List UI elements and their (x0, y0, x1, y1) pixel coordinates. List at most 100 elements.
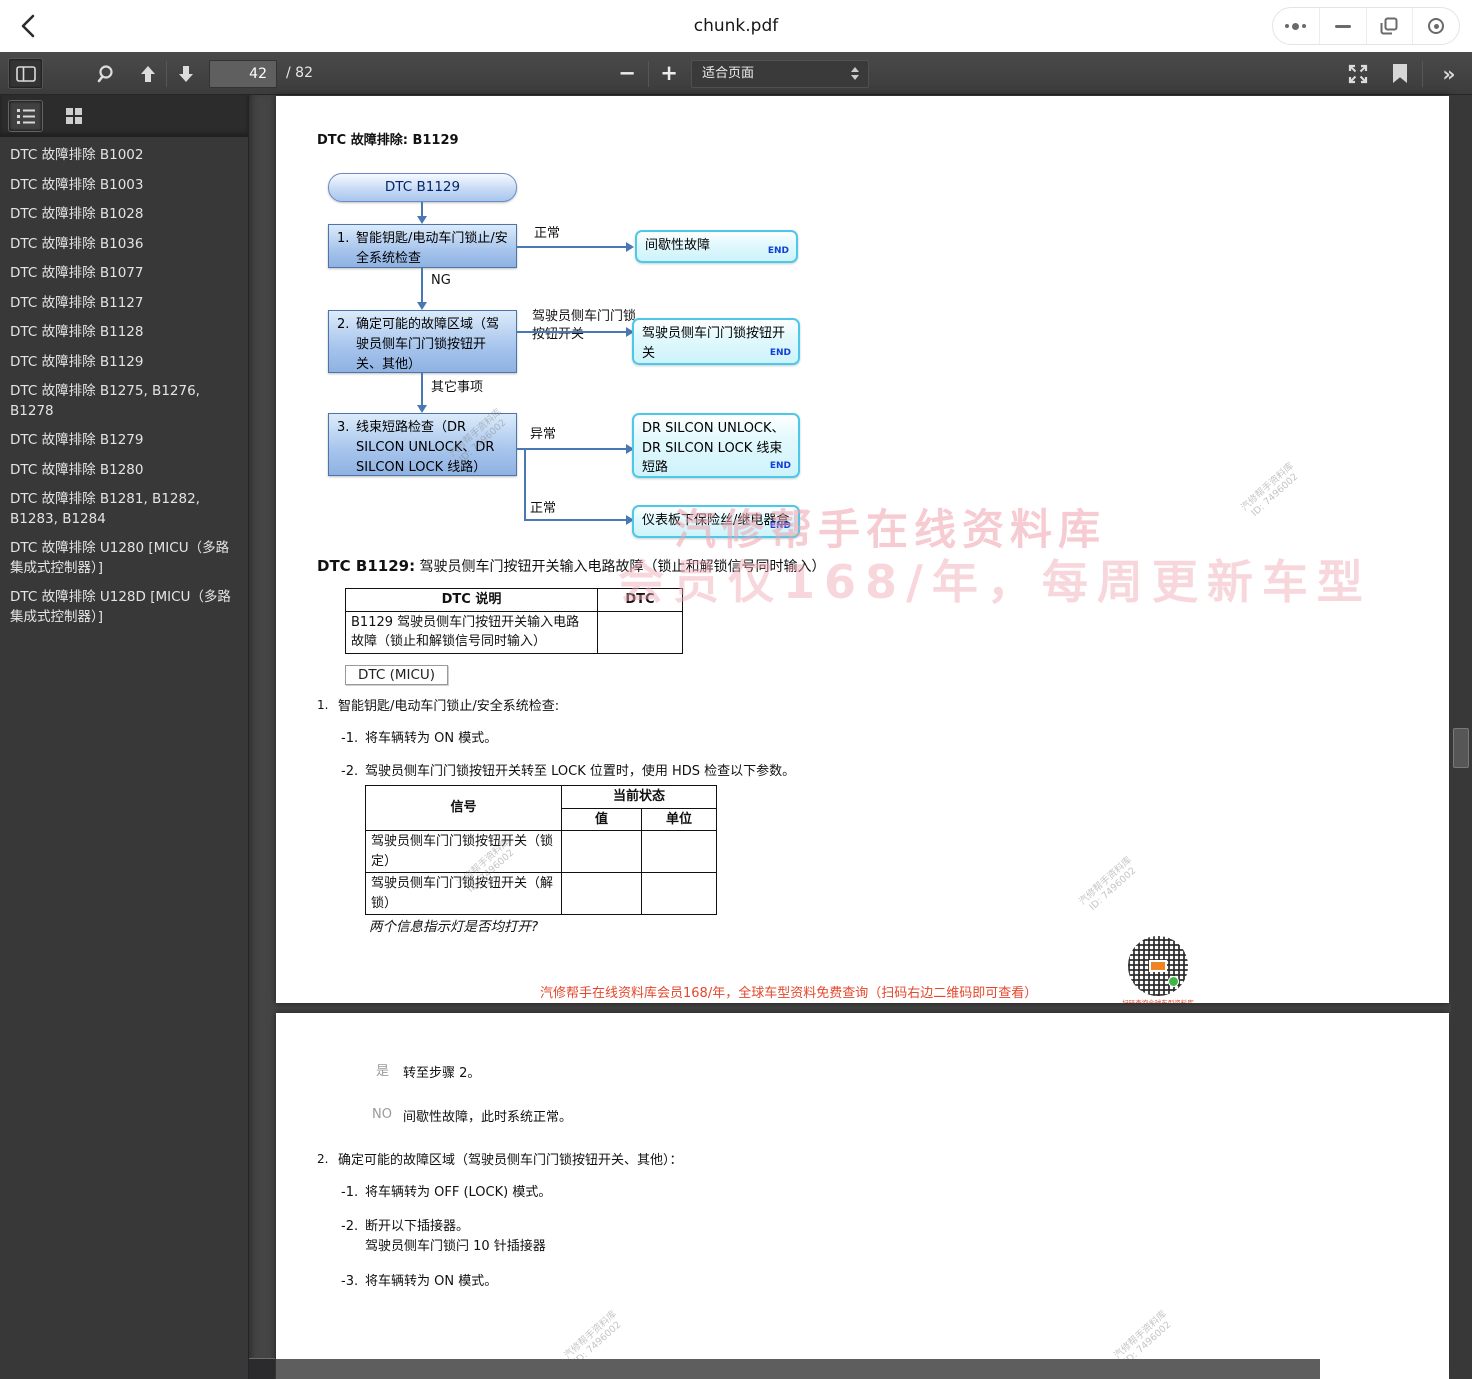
outline-item[interactable]: DTC 故障排除 B1127 (0, 289, 248, 319)
signal-status-table: 信号 当前状态 值 单位 驾驶员侧车门门锁按钮开关（锁定） 驾驶员侧车门门锁按钮… (365, 785, 717, 915)
scrollbar-thumb[interactable] (1453, 728, 1469, 768)
fullscreen-button[interactable] (1342, 58, 1374, 89)
watermark-diagonal: 汽修帮手资料库 ID: 7496002 (1239, 461, 1303, 522)
edge-label-other: 其它事项 (431, 379, 483, 398)
table-cell-empty (562, 873, 642, 915)
flow-step-2: 2. 确定可能的故障区域（驾驶员侧车门门锁按钮开关、其他） (328, 310, 517, 373)
dtc-micu-button[interactable]: DTC (MICU) (345, 665, 448, 685)
table-header: DTC 说明 (346, 589, 598, 612)
arrow-down-icon (417, 405, 427, 413)
sidebar-header (0, 95, 248, 137)
outline-list: DTC 故障排除 B1002 DTC 故障排除 B1003 DTC 故障排除 B… (0, 141, 248, 632)
scrollbar-corner (249, 1358, 275, 1379)
flow-connector (421, 373, 423, 406)
flow-connector (517, 331, 627, 333)
pdf-viewer: DTC 故障排除: B1129 DTC B1129 1. 智能钥匙/电动车门锁止… (249, 95, 1472, 1379)
step-1-2-text: 驾驶员侧车门门锁按钮开关转至 LOCK 位置时，使用 HDS 检查以下参数。 (365, 763, 795, 782)
flow-step-1: 1. 智能钥匙/电动车门锁止/安全系统检查 (328, 224, 517, 268)
fullscreen-icon (1347, 63, 1369, 85)
restore-icon (1380, 17, 1398, 35)
outline-item[interactable]: DTC 故障排除 B1028 (0, 200, 248, 230)
step-1-text: 智能钥匙/电动车门锁止/安全系统检查: (338, 698, 559, 717)
sidebar-toggle-button[interactable] (8, 58, 43, 89)
previous-page-button[interactable] (134, 58, 162, 89)
outline-item[interactable]: DTC 故障排除 U1280 [MICU（多路集成式控制器）] (0, 534, 248, 583)
outline-item[interactable]: DTC 故障排除 B1003 (0, 171, 248, 201)
toolbar-divider (166, 61, 167, 87)
table-header: 单位 (642, 808, 717, 831)
outline-view-button[interactable] (8, 100, 43, 132)
vertical-scrollbar[interactable] (1451, 95, 1472, 1379)
flow-end-1: 间歇性故障 END (635, 230, 798, 263)
record-button[interactable] (1412, 8, 1459, 44)
more-tools-button[interactable]: » (1432, 58, 1464, 89)
toolbar-divider (1422, 61, 1423, 87)
arrow-right-icon (626, 242, 634, 252)
watermark-diagonal: 汽修帮手资料库 ID: 7496002 (1077, 855, 1141, 916)
edge-label-ng: NG (431, 272, 451, 291)
answer-yes-text: 转至步骤 2。 (403, 1065, 480, 1084)
zoom-out-icon: − (618, 63, 636, 84)
outline-item[interactable]: DTC 故障排除 B1280 (0, 456, 248, 486)
step-number: 3. (337, 418, 349, 438)
step-1-1-text: 将车辆转为 ON 模式。 (365, 730, 497, 749)
search-button[interactable] (92, 58, 122, 89)
edge-label-abnormal: 异常 (530, 426, 556, 445)
pdf-page-2: 是 转至步骤 2。 NO 间歇性故障，此时系统正常。 2. 确定可能的故障区域（… (276, 1013, 1449, 1379)
zoom-out-button[interactable]: − (612, 58, 642, 89)
bookmark-button[interactable] (1386, 58, 1414, 89)
table-cell: 驾驶员侧车门门锁按钮开关（解锁） (366, 873, 562, 915)
answer-yes-label: 是 (376, 1063, 389, 1082)
outline-item[interactable]: DTC 故障排除 B1002 (0, 141, 248, 171)
flowchart-heading: DTC 故障排除: B1129 (317, 132, 459, 151)
step-label: 线束短路检查（DR SILCON UNLOCK、DR SILCON LOCK 线… (356, 420, 494, 475)
minimize-button[interactable] (1319, 8, 1366, 44)
step-label: 智能钥匙/电动车门锁止/安全系统检查 (356, 231, 508, 266)
outline-item[interactable]: DTC 故障排除 B1279 (0, 426, 248, 456)
thumbnails-view-button[interactable] (56, 100, 91, 132)
table-header: 信号 (366, 786, 562, 831)
page-number-input[interactable] (209, 60, 277, 88)
restore-button[interactable] (1366, 8, 1413, 44)
step-2-3-text: 将车辆转为 ON 模式。 (365, 1273, 497, 1292)
outline-item[interactable]: DTC 故障排除 B1129 (0, 348, 248, 378)
promo-banner-text: 汽修帮手在线资料库会员168/年，全球车型资料免费查询（扫码右边二维码即可查看） (540, 982, 1037, 1001)
list-number: 1. (317, 697, 328, 714)
outline-item[interactable]: DTC 故障排除 B1036 (0, 230, 248, 260)
outline-item[interactable]: DTC 故障排除 B1275, B1276, B1278 (0, 377, 248, 426)
zoom-in-button[interactable]: + (654, 58, 684, 89)
outline-item[interactable]: DTC 故障排除 U128D [MICU（多路集成式控制器）] (0, 583, 248, 632)
list-number: -2. (341, 1218, 358, 1237)
step-number: 1. (337, 229, 349, 249)
page-footer-bar (276, 1359, 1320, 1379)
outline-item[interactable]: DTC 故障排除 B1077 (0, 259, 248, 289)
qr-caption: 扫码查询全球车型资料库 仅需168/年，每周更新 (1116, 999, 1200, 1003)
arrow-down-icon (417, 216, 427, 224)
watermark-text: 汽修帮手资料库 (562, 1309, 619, 1362)
qr-logo (1149, 960, 1167, 972)
outline-item[interactable]: DTC 故障排除 B1281, B1282, B1283, B1284 (0, 485, 248, 534)
titlebar: chunk.pdf (0, 0, 1472, 52)
outline-item[interactable]: DTC 故障排除 B1128 (0, 318, 248, 348)
step-2-1-text: 将车辆转为 OFF (LOCK) 模式。 (365, 1184, 551, 1203)
table-header: DTC (598, 589, 683, 612)
bookmark-icon (1393, 64, 1407, 83)
flow-connector (517, 448, 627, 450)
qr-green-badge (1168, 976, 1179, 987)
watermark-text: 汽修帮手资料库 (1112, 1309, 1169, 1362)
flow-connector (524, 449, 526, 521)
table-cell-empty (562, 831, 642, 873)
end-label: 仪表板下保险丝/继电器盒 (642, 513, 789, 528)
next-page-button[interactable] (172, 58, 200, 89)
zoom-mode-select[interactable]: 适合页面 (691, 60, 869, 88)
answer-no-label: NO (372, 1106, 392, 1125)
more-options-button[interactable] (1273, 8, 1319, 44)
table-cell: 驾驶员侧车门门锁按钮开关（锁定） (366, 831, 562, 873)
end-label: 间歇性故障 (645, 238, 710, 253)
search-icon (96, 63, 118, 85)
table-header: 值 (562, 808, 642, 831)
table-cell-empty (642, 831, 717, 873)
flow-connector (421, 268, 423, 303)
step-2-text: 确定可能的故障区域（驾驶员侧车门门锁按钮开关、其他）： (338, 1152, 683, 1171)
list-number: -1. (341, 730, 358, 749)
